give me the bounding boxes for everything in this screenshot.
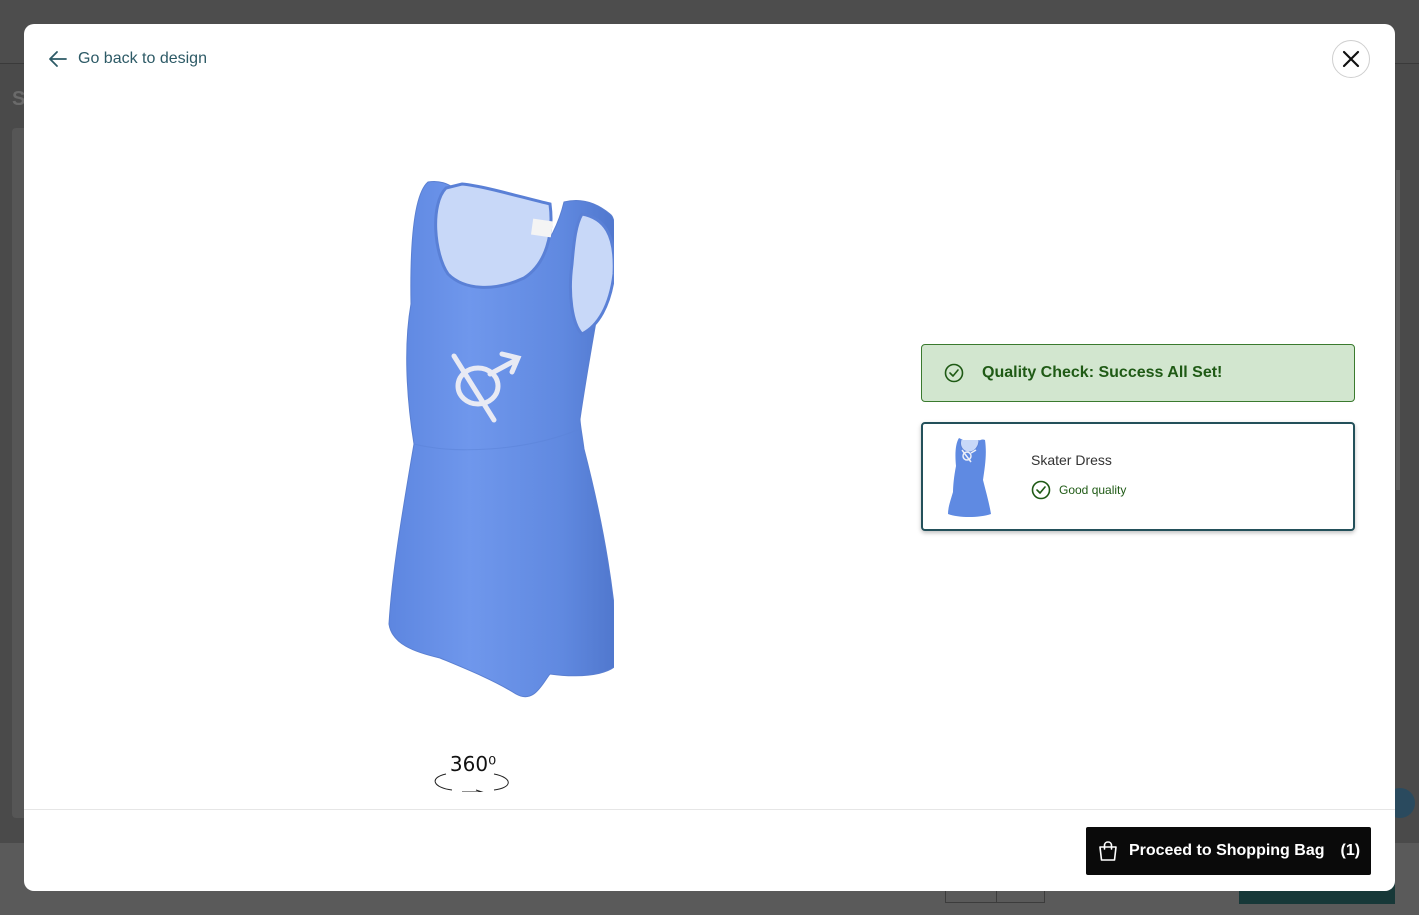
product-card[interactable]: Skater Dress Good quality — [921, 422, 1355, 531]
background-scrollbar — [1396, 170, 1400, 490]
proceed-label: Proceed to Shopping Bag — [1128, 842, 1325, 859]
product-thumbnail — [948, 438, 991, 517]
arrow-left-icon — [49, 51, 67, 67]
shopping-bag-icon — [1099, 841, 1117, 861]
footer-divider — [24, 809, 1395, 810]
close-button[interactable] — [1332, 40, 1370, 78]
check-circle-icon — [944, 363, 964, 383]
go-back-label: Go back to design — [78, 50, 207, 67]
check-circle-icon — [1031, 480, 1051, 500]
close-icon — [1342, 50, 1360, 68]
product-quality-status: Good quality — [1031, 480, 1126, 500]
product-name: Skater Dress — [1031, 452, 1112, 468]
dress-model[interactable] — [354, 174, 620, 714]
product-quality-label: Good quality — [1059, 483, 1127, 497]
quality-check-banner: Quality Check: Success All Set! — [921, 344, 1355, 402]
go-back-link[interactable]: Go back to design — [48, 48, 207, 70]
rotate-360-label: 360⁰ — [449, 752, 497, 776]
rotate-360-indicator[interactable]: 360⁰ — [432, 752, 514, 792]
quality-check-message: Quality Check: Success All Set! — [982, 364, 1223, 381]
preview-modal: Go back to design 360⁰ Quality Check: Su… — [24, 24, 1395, 891]
bag-count: (1) — [1340, 842, 1361, 859]
3d-product-viewer[interactable] — [354, 174, 620, 714]
proceed-to-shopping-bag-button[interactable]: Proceed to Shopping Bag (1) — [1086, 827, 1371, 875]
